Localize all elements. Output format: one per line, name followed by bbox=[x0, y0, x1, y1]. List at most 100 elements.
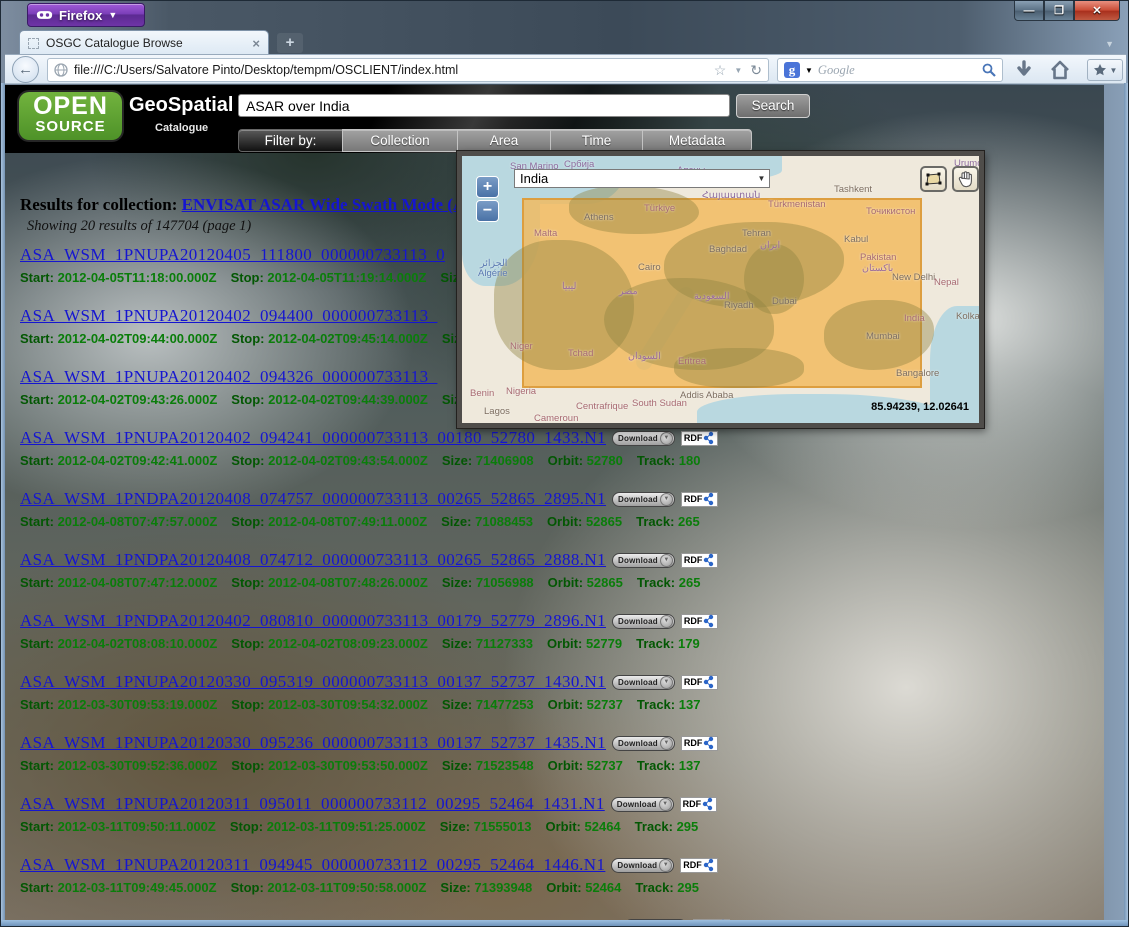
map-place-label: Lagos bbox=[484, 406, 510, 417]
url-bar[interactable]: file:///C:/Users/Salvatore Pinto/Desktop… bbox=[47, 58, 769, 82]
download-button[interactable]: Download▼ bbox=[612, 675, 675, 690]
download-button[interactable]: Download▼ bbox=[611, 858, 674, 873]
rdf-graph-icon bbox=[703, 675, 715, 689]
map-zoom-out-button[interactable]: − bbox=[476, 200, 499, 222]
navigation-bar: ← file:///C:/Users/Salvatore Pinto/Deskt… bbox=[5, 54, 1126, 84]
filter-button-collection[interactable]: Collection bbox=[342, 129, 457, 152]
download-label: Download bbox=[618, 739, 658, 748]
map-place-label: السودان bbox=[628, 351, 661, 362]
rdf-graph-icon bbox=[703, 858, 715, 872]
window-frame-right bbox=[1124, 83, 1128, 926]
map-place-label: Cairo bbox=[638, 262, 661, 273]
rdf-button[interactable]: RDF bbox=[681, 553, 719, 568]
download-button[interactable]: Download▼ bbox=[612, 736, 675, 751]
product-link[interactable]: ASA_WSM_1PNDPA20120408_074712_0000007331… bbox=[20, 550, 606, 570]
bookmarks-dropdown-icon: ▼ bbox=[1110, 66, 1118, 75]
rdf-button[interactable]: RDF bbox=[681, 736, 719, 751]
area-preset-value: India bbox=[515, 171, 754, 186]
area-preset-dropdown[interactable]: India ▼ bbox=[514, 169, 770, 188]
tab-close-icon[interactable]: × bbox=[252, 36, 260, 51]
product-link[interactable]: ASA_WSM_1PNUPA20120402_094326_0000007331… bbox=[20, 367, 437, 387]
search-placeholder[interactable]: Google bbox=[818, 63, 977, 78]
tab-list-chevron-icon[interactable]: ▼ bbox=[1105, 39, 1114, 49]
rdf-graph-icon bbox=[703, 492, 715, 506]
product-link[interactable]: ASA_WSM_1PNDPA20120402_080810_0000007331… bbox=[20, 611, 606, 631]
magnifier-icon[interactable] bbox=[982, 63, 996, 77]
map-zoom-in-button[interactable]: + bbox=[476, 176, 499, 198]
url-dropdown-icon[interactable]: ▼ bbox=[734, 66, 742, 75]
hand-icon bbox=[957, 170, 974, 188]
search-engine-dropdown-icon[interactable]: ▼ bbox=[805, 66, 813, 75]
download-button[interactable]: Download▼ bbox=[611, 797, 674, 812]
tab-osgc-catalogue[interactable]: OSGC Catalogue Browse × bbox=[19, 30, 269, 55]
new-tab-button[interactable]: + bbox=[277, 33, 303, 53]
search-button[interactable]: Search bbox=[736, 94, 810, 118]
product-link[interactable]: ASA_WSM_1PNUPA20120311_094945_0000007331… bbox=[20, 855, 605, 875]
rdf-button[interactable]: RDF bbox=[681, 431, 719, 446]
open-source-logo[interactable]: OPEN SOURCE bbox=[19, 92, 122, 140]
map-place-label: Հայաստան bbox=[702, 190, 760, 201]
site-header: OPEN SOURCE GeoSpatial Catalogue Search … bbox=[5, 85, 1104, 153]
download-button[interactable]: Download▼ bbox=[612, 492, 675, 507]
home-icon[interactable] bbox=[1049, 59, 1071, 81]
map-place-label: Mumbai bbox=[866, 331, 900, 342]
bookmarks-star-icon bbox=[1093, 63, 1107, 77]
map-place-label: مصر bbox=[619, 286, 638, 297]
results-heading-prefix: Results for collection: bbox=[20, 195, 182, 214]
rdf-button[interactable]: RDF bbox=[681, 492, 719, 507]
product-link[interactable]: ASA_WSM_1PNUPA20120311_095011_0000007331… bbox=[20, 794, 605, 814]
logo-line1: OPEN bbox=[19, 94, 122, 119]
map-place-label: New Delhi bbox=[892, 272, 935, 283]
product-link[interactable]: ASA_WSM_1PNUPA20120402_094241_0000007331… bbox=[20, 428, 606, 448]
product-link[interactable]: ASA_WSM_1PNUPA20120330_095236_0000007331… bbox=[20, 733, 606, 753]
bookmark-star-icon[interactable]: ☆ bbox=[714, 62, 727, 79]
back-button[interactable]: ← bbox=[12, 56, 39, 83]
download-chevron-icon: ▼ bbox=[660, 554, 673, 567]
rdf-button[interactable]: RDF bbox=[680, 797, 718, 812]
close-button[interactable]: ✕ bbox=[1074, 1, 1120, 21]
mask-icon bbox=[36, 10, 53, 20]
google-favicon[interactable]: g bbox=[784, 62, 800, 78]
brand-title: GeoSpatial bbox=[129, 94, 233, 117]
filter-button-time[interactable]: Time bbox=[550, 129, 642, 152]
downloads-icon[interactable] bbox=[1013, 59, 1035, 81]
product-link[interactable]: ASA_WSM_1PNUPA20120405_111800_0000007331… bbox=[20, 245, 445, 265]
map-place-label: Dubai bbox=[772, 296, 797, 307]
filter-button-row: Filter by:CollectionAreaTimeMetadata bbox=[238, 129, 752, 152]
filter-button-metadata[interactable]: Metadata bbox=[642, 129, 752, 152]
filter-button-filterby[interactable]: Filter by: bbox=[238, 129, 342, 152]
restore-button[interactable]: ❐ bbox=[1044, 1, 1074, 21]
firefox-menu-button[interactable]: Firefox ▼ bbox=[27, 3, 145, 27]
map-place-label: Tehran bbox=[742, 228, 771, 239]
rdf-button[interactable]: RDF bbox=[681, 675, 719, 690]
map-place-label: Tchad bbox=[568, 348, 593, 359]
product-link[interactable]: ASA_WSM_1PNUPA20120402_094400_0000007331… bbox=[20, 306, 437, 326]
rdf-button[interactable]: RDF bbox=[681, 614, 719, 629]
download-button[interactable]: Download▼ bbox=[612, 553, 675, 568]
download-label: Download bbox=[617, 861, 657, 870]
rdf-button[interactable]: RDF bbox=[680, 858, 718, 873]
download-button[interactable]: Download▼ bbox=[612, 614, 675, 629]
result-item: ASA_WSM_1PNUPA20120311_094945_0000007331… bbox=[20, 853, 760, 914]
product-link[interactable]: ASA_WSM_1PNUPA20120330_095319_0000007331… bbox=[20, 672, 606, 692]
map-canvas[interactable]: + − India ▼ bbox=[462, 156, 979, 423]
browser-search-box[interactable]: g ▼ Google bbox=[777, 58, 1003, 82]
download-button[interactable]: Download▼ bbox=[612, 431, 675, 446]
bookmarks-menu-button[interactable]: ▼ bbox=[1087, 59, 1123, 81]
polygon-select-tool-button[interactable] bbox=[920, 166, 947, 192]
map-place-label: Centrafrique bbox=[576, 401, 628, 412]
map-place-label: Pakistan bbox=[860, 252, 896, 263]
map-place-label: Addis Ababa bbox=[680, 390, 733, 401]
catalogue-search-input[interactable] bbox=[238, 94, 730, 117]
filter-button-area[interactable]: Area bbox=[457, 129, 550, 152]
collection-link[interactable]: ENVISAT ASAR Wide Swath Mode (ASA bbox=[182, 195, 487, 214]
result-item: ASA_WSM_1PNUPA20120311_095011_0000007331… bbox=[20, 792, 760, 853]
url-text[interactable]: file:///C:/Users/Salvatore Pinto/Desktop… bbox=[74, 63, 708, 77]
result-metadata: Start: 2012-03-11T09:50:11.000ZStop: 201… bbox=[20, 819, 760, 834]
reload-icon[interactable]: ↻ bbox=[750, 62, 762, 79]
result-metadata: Start: 2012-03-30T09:52:36.000ZStop: 201… bbox=[20, 758, 760, 773]
product-link[interactable]: ASA_WSM_1PNDPA20120408_074757_0000007331… bbox=[20, 489, 606, 509]
pan-tool-button[interactable] bbox=[952, 166, 979, 192]
brand-subtitle: Catalogue bbox=[155, 122, 208, 134]
minimize-button[interactable]: — bbox=[1014, 1, 1044, 21]
